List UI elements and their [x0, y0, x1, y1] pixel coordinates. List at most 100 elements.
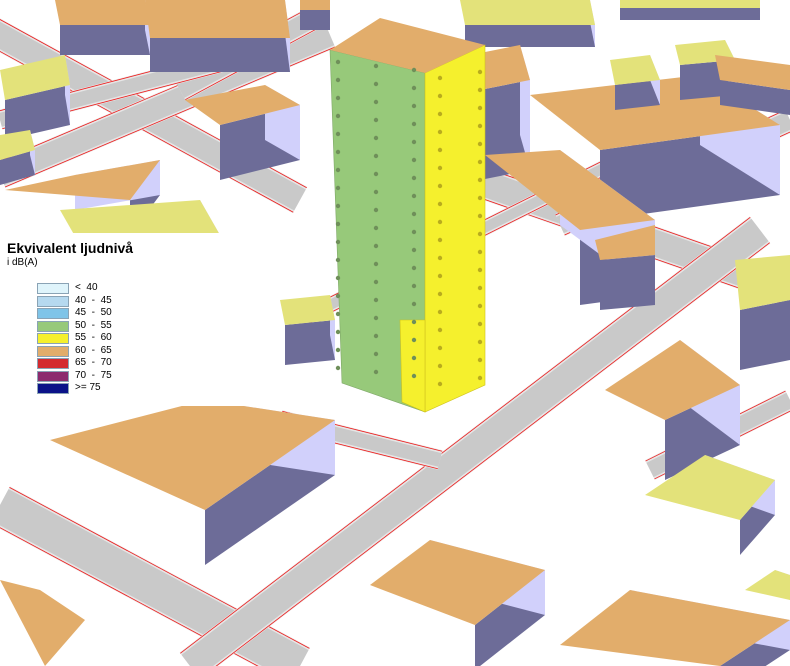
receiver-point	[477, 267, 483, 273]
receiver-point	[437, 381, 443, 387]
receiver-point	[373, 315, 379, 321]
legend-class-row: 50 - 55	[37, 320, 147, 333]
receiver-point	[373, 279, 379, 285]
receiver-point	[373, 135, 379, 141]
building-roof	[745, 570, 790, 600]
receiver-point	[477, 159, 483, 165]
building-roof	[0, 580, 85, 666]
legend-class-label: 55 - 60	[75, 332, 112, 343]
receiver-point	[437, 309, 443, 315]
receiver-point	[335, 293, 341, 299]
receiver-point	[411, 139, 417, 145]
receiver-point	[335, 59, 341, 65]
legend-swatch	[37, 383, 69, 394]
receiver-point	[411, 319, 417, 325]
receiver-point	[411, 283, 417, 289]
receiver-point	[437, 363, 443, 369]
building-wall-front	[600, 255, 655, 310]
receiver-point	[373, 207, 379, 213]
legend-class-row: 60 - 65	[37, 344, 147, 358]
building-wall-front	[620, 8, 760, 20]
legend-class-row: < 40	[37, 282, 147, 295]
receiver-point	[335, 113, 341, 119]
receiver-point	[373, 117, 379, 123]
legend-class-label: 40 - 45	[75, 294, 112, 306]
receiver-point	[477, 357, 483, 363]
receiver-point	[437, 147, 443, 153]
receiver-point	[373, 153, 379, 159]
building-roof	[460, 0, 595, 25]
receiver-point	[335, 329, 341, 335]
building-roof	[300, 0, 330, 10]
receiver-point	[437, 219, 443, 225]
receiver-point	[335, 95, 341, 101]
receiver-point	[477, 69, 483, 75]
receiver-point	[437, 273, 443, 279]
legend-class-row: 45 - 50	[37, 307, 147, 320]
receiver-point	[335, 203, 341, 209]
receiver-point	[437, 129, 443, 135]
receiver-point	[411, 157, 417, 163]
receiver-point	[477, 177, 483, 183]
receiver-point	[335, 239, 341, 245]
receiver-point	[373, 369, 379, 375]
receiver-point	[411, 337, 417, 343]
high-rise-tower	[329, 18, 486, 413]
receiver-point	[335, 365, 341, 371]
receiver-point	[411, 265, 417, 271]
receiver-point	[373, 189, 379, 195]
legend-swatch	[37, 283, 69, 294]
receiver-point	[437, 201, 443, 207]
receiver-point	[477, 213, 483, 219]
receiver-point	[373, 99, 379, 105]
receiver-point	[411, 373, 417, 379]
building-wall-front	[60, 25, 150, 55]
receiver-point	[437, 345, 443, 351]
receiver-point	[477, 339, 483, 345]
receiver-point	[437, 111, 443, 117]
receiver-point	[477, 87, 483, 93]
legend-unit: i dB(A)	[7, 257, 38, 268]
receiver-point	[373, 243, 379, 249]
receiver-point	[335, 275, 341, 281]
building-roof	[610, 55, 660, 85]
receiver-point	[335, 167, 341, 173]
receiver-point	[411, 85, 417, 91]
receiver-point	[373, 171, 379, 177]
legend-class-row: 70 - 75	[37, 370, 147, 383]
receiver-point	[335, 311, 341, 317]
receiver-point	[411, 103, 417, 109]
building-wall-front	[740, 300, 790, 370]
receiver-point	[411, 193, 417, 199]
receiver-point	[335, 77, 341, 83]
receiver-point	[477, 105, 483, 111]
receiver-point	[411, 247, 417, 253]
receiver-point	[437, 183, 443, 189]
receiver-point	[411, 229, 417, 235]
noise-legend: Ekvivalent ljudnivå i dB(A) < 40 40 - 45 4…	[0, 233, 280, 406]
receiver-point	[477, 249, 483, 255]
legend-class-label: 65 - 70	[75, 357, 112, 368]
receiver-point	[373, 63, 379, 69]
tower-facade-corner	[399, 319, 426, 413]
tower-facade-south	[424, 44, 486, 413]
legend-class-label: 60 - 65	[75, 344, 112, 356]
receiver-point	[437, 165, 443, 171]
receiver-point	[477, 231, 483, 237]
building-roof	[145, 0, 290, 38]
noise-map-view[interactable]: Ekvivalent ljudnivå i dB(A) < 40 40 - 45 4…	[0, 0, 790, 666]
legend-swatch	[37, 308, 69, 319]
building-roof	[280, 295, 335, 325]
receiver-point	[411, 211, 417, 217]
receiver-point	[335, 221, 341, 227]
legend-swatch	[37, 320, 69, 332]
legend-class-row: 55 - 60	[37, 332, 147, 345]
building-wall-front	[465, 25, 595, 47]
receiver-point	[373, 261, 379, 267]
receiver-point	[437, 93, 443, 99]
receiver-point	[437, 237, 443, 243]
receiver-point	[477, 321, 483, 327]
building-roof	[620, 0, 760, 8]
receiver-point	[477, 285, 483, 291]
legend-class-row: 40 - 45	[37, 294, 147, 308]
